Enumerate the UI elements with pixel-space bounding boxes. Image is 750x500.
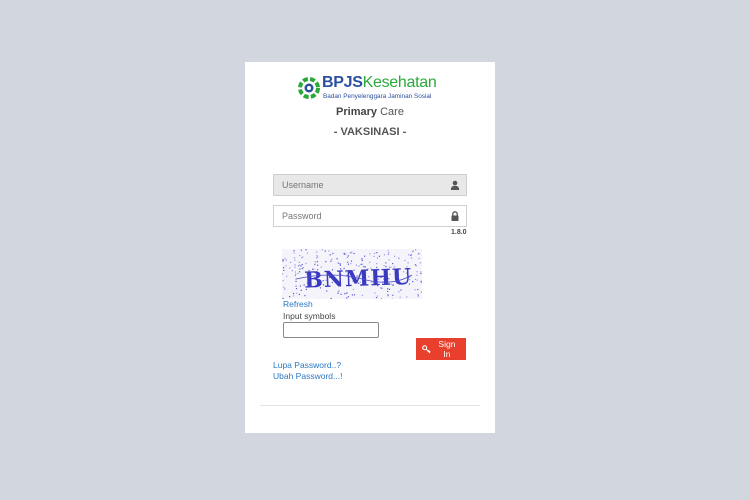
brand-name-bpjs: BPJS xyxy=(322,74,363,91)
app-title-bold: Primary xyxy=(336,106,378,118)
sign-in-label: Sign In xyxy=(438,339,456,359)
captcha-input-label: Input symbols xyxy=(283,311,336,321)
divider xyxy=(260,405,480,406)
forgot-password-link[interactable]: Lupa Password..? xyxy=(273,360,341,370)
bpjs-logo: BPJSKesehatan Badan Penyelenggara Jamina… xyxy=(298,74,438,101)
brand-name-kesehatan: Kesehatan xyxy=(362,74,437,91)
app-subtitle: - VAKSINASI - xyxy=(333,126,407,138)
version-label: 1.8.0 xyxy=(451,229,467,236)
app-title: Primary Care xyxy=(245,106,495,118)
change-password-link[interactable]: Ubah Password...! xyxy=(273,371,342,381)
brand-tagline: Badan Penyelenggara Jaminan Sosial xyxy=(323,93,432,100)
user-icon xyxy=(450,180,460,190)
bpjs-logo-icon xyxy=(298,77,320,99)
brand-name: BPJSKesehatan xyxy=(322,74,437,92)
captcha-image: BNMHU xyxy=(282,249,422,299)
password-input[interactable] xyxy=(274,206,442,226)
captcha-input[interactable] xyxy=(283,322,379,338)
refresh-captcha-link[interactable]: Refresh xyxy=(283,299,313,309)
lock-icon xyxy=(451,211,459,221)
username-field-wrapper xyxy=(273,174,467,196)
key-icon xyxy=(422,344,431,353)
username-input[interactable] xyxy=(274,175,442,195)
sign-in-button[interactable]: Sign In xyxy=(416,338,466,360)
app-title-rest: Care xyxy=(380,106,404,118)
captcha-text: BNMHU xyxy=(304,264,413,294)
password-field-wrapper xyxy=(273,205,467,227)
login-card: BPJSKesehatan Badan Penyelenggara Jamina… xyxy=(245,62,495,433)
